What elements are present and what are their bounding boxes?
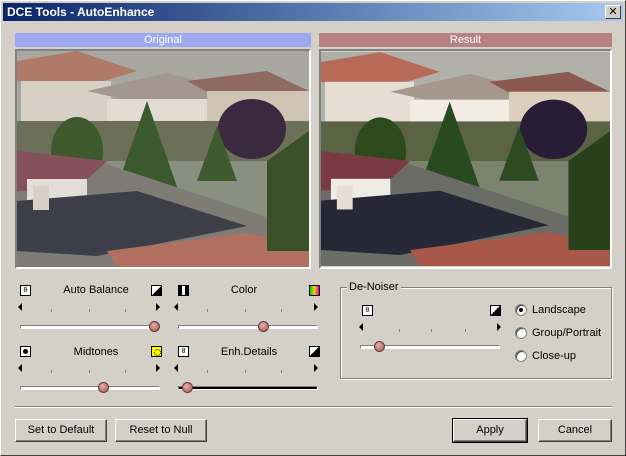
midtones-min-icon[interactable] [20, 346, 31, 357]
radio-group-portrait-label[interactable]: Group/Portrait [532, 327, 601, 339]
denoiser-group-label: De-Noiser [347, 281, 401, 293]
denoiser-increase-arrow[interactable] [497, 323, 501, 331]
result-preview-image [319, 49, 612, 269]
color-label: Color [230, 284, 258, 296]
tick-mark [51, 309, 52, 312]
color-decrease-arrow[interactable] [174, 303, 178, 311]
radio-group-portrait[interactable] [515, 327, 527, 339]
enh-details-decrease-arrow[interactable] [174, 364, 178, 372]
tick-mark [281, 309, 282, 312]
tick-mark [51, 370, 52, 373]
window-title: DCE Tools - AutoEnhance [7, 5, 155, 19]
denoiser-zero-icon[interactable]: 0 [362, 305, 373, 316]
midtones-slider-track[interactable] [20, 386, 160, 390]
tick-mark [281, 370, 282, 373]
auto-balance-label: Auto Balance [63, 284, 129, 296]
enh-details-increase-arrow[interactable] [314, 364, 318, 372]
apply-button[interactable]: Apply [452, 418, 528, 443]
tick-mark [431, 329, 432, 332]
tick-mark [245, 370, 246, 373]
radio-landscape-label[interactable]: Landscape [532, 304, 586, 316]
color-min-icon[interactable] [178, 285, 189, 296]
original-preview-image [15, 49, 311, 269]
denoiser-decrease-arrow[interactable] [359, 323, 363, 331]
tick-mark [89, 370, 90, 373]
radio-close-up-label[interactable]: Close-up [532, 350, 576, 362]
tick-mark [207, 309, 208, 312]
tick-mark [125, 309, 126, 312]
radio-landscape[interactable] [515, 304, 527, 316]
separator [15, 406, 612, 408]
tick-mark [245, 309, 246, 312]
auto-balance-max-icon[interactable] [151, 285, 162, 296]
enh-details-zero-icon[interactable]: 0 [178, 346, 189, 357]
autoenhance-dialog: DCE Tools - AutoEnhance ✕ Original Resul… [0, 0, 626, 456]
title-bar[interactable]: DCE Tools - AutoEnhance ✕ [3, 3, 623, 21]
midtones-increase-arrow[interactable] [156, 364, 160, 372]
midtones-max-icon[interactable] [151, 346, 162, 357]
original-panel-header: Original [15, 33, 311, 47]
cancel-button[interactable]: Cancel [538, 419, 612, 442]
auto-balance-slider-track[interactable] [20, 325, 160, 329]
color-max-icon[interactable] [309, 285, 320, 296]
auto-balance-decrease-arrow[interactable] [18, 303, 22, 311]
color-slider-track[interactable] [178, 325, 318, 329]
midtones-slider-thumb[interactable] [97, 382, 109, 393]
set-to-default-button[interactable]: Set to Default [15, 419, 107, 442]
denoiser-max-icon[interactable] [490, 305, 501, 316]
color-slider-thumb[interactable] [258, 321, 270, 332]
enh-details-slider-thumb[interactable] [181, 382, 193, 393]
color-increase-arrow[interactable] [314, 303, 318, 311]
enh-details-max-icon[interactable] [309, 346, 320, 357]
auto-balance-zero-icon[interactable]: 0 [20, 285, 31, 296]
midtones-decrease-arrow[interactable] [18, 364, 22, 372]
tick-mark [399, 329, 400, 332]
enh-details-slider-track[interactable] [178, 386, 318, 390]
close-button[interactable]: ✕ [605, 5, 621, 19]
enh-details-label: Enh.Details [220, 346, 278, 358]
result-panel-header: Result [319, 33, 612, 47]
tick-mark [89, 309, 90, 312]
tick-mark [465, 329, 466, 332]
auto-balance-slider-thumb[interactable] [149, 321, 161, 332]
tick-mark [125, 370, 126, 373]
midtones-label: Midtones [73, 346, 119, 358]
auto-balance-increase-arrow[interactable] [156, 303, 160, 311]
reset-to-null-button[interactable]: Reset to Null [115, 419, 207, 442]
tick-mark [207, 370, 208, 373]
radio-close-up[interactable] [515, 350, 527, 362]
